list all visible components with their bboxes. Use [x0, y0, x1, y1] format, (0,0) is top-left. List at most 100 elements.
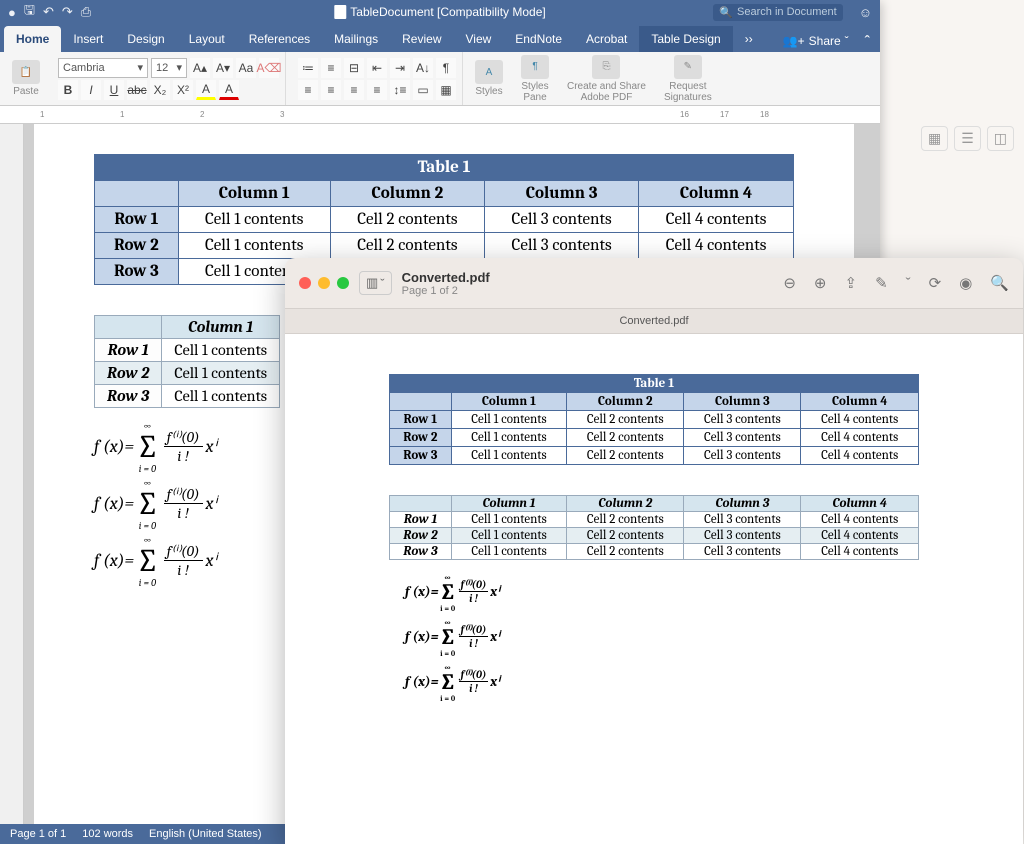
align-right-icon[interactable]: ≡	[344, 80, 364, 100]
strike-button[interactable]: abc	[127, 80, 147, 100]
chevron-down-icon[interactable]: ˇ	[906, 275, 911, 292]
markup-icon[interactable]: ✎	[875, 274, 888, 292]
table1-col1: Column 1	[178, 181, 330, 207]
sigma-icon: ∑∞i = 0	[136, 485, 159, 522]
indent-right-icon[interactable]: ⇥	[390, 58, 410, 78]
sort-icon[interactable]: A↓	[413, 58, 433, 78]
table-row: Row 1Cell 1 contents	[95, 339, 280, 362]
panel-view-icon[interactable]: ◫	[987, 126, 1014, 151]
tab-mailings[interactable]: Mailings	[322, 26, 390, 52]
line-spacing-icon[interactable]: ↕≡	[390, 80, 410, 100]
list-view-icon[interactable]: ☰	[954, 126, 981, 151]
pdf-table-2: Column 1 Column 2 Column 3 Column 4 Row …	[389, 495, 919, 560]
font-size-select[interactable]: 12▾	[151, 58, 187, 78]
highlight-icon[interactable]: ◉	[959, 274, 972, 292]
rotate-icon[interactable]: ⟳	[929, 274, 942, 292]
subscript-button[interactable]: X₂	[150, 80, 170, 100]
decrease-font-icon[interactable]: A▾	[213, 58, 233, 78]
preview-window: ▥ˇ Converted.pdf Page 1 of 2 ⊖ ⊕ ⇪ ✎ ˇ ⟳…	[285, 258, 1023, 844]
numbering-icon[interactable]: ≡	[321, 58, 341, 78]
tab-table-design[interactable]: Table Design	[639, 26, 732, 52]
status-page[interactable]: Page 1 of 1	[10, 828, 66, 840]
tab-review[interactable]: Review	[390, 26, 453, 52]
fullscreen-icon[interactable]	[337, 277, 349, 289]
minimize-icon[interactable]	[318, 277, 330, 289]
tab-references[interactable]: References	[237, 26, 322, 52]
italic-button[interactable]: I	[81, 80, 101, 100]
table-row: Row 3Cell 1 contents	[95, 385, 280, 408]
align-left-icon[interactable]: ≡	[298, 80, 318, 100]
underline-button[interactable]: U	[104, 80, 124, 100]
search-icon: 🔍	[719, 6, 733, 19]
tab-acrobat[interactable]: Acrobat	[574, 26, 639, 52]
table1-corner	[95, 181, 179, 207]
status-words[interactable]: 102 words	[82, 828, 133, 840]
highlight-button[interactable]: A	[196, 80, 216, 100]
vertical-ruler[interactable]	[0, 124, 24, 824]
tab-view[interactable]: View	[454, 26, 504, 52]
table-row: Row 2Cell 1 contentsCell 2 contentsCell …	[390, 429, 919, 447]
undo-icon[interactable]: ↶	[43, 4, 54, 20]
tab-home[interactable]: Home	[4, 26, 61, 52]
close-icon[interactable]	[299, 277, 311, 289]
table1-col4: Column 4	[639, 181, 794, 207]
pdf-page[interactable]: Table 1 Column 1 Column 2 Column 3 Colum…	[285, 334, 1023, 844]
indent-left-icon[interactable]: ⇤	[367, 58, 387, 78]
tab-design[interactable]: Design	[115, 26, 176, 52]
styles-pane-button[interactable]: ¶ Styles Pane	[515, 53, 555, 105]
table-2[interactable]: Column 1 Row 1Cell 1 contents Row 2Cell …	[94, 315, 280, 408]
paste-button[interactable]: 📋 Paste	[6, 58, 46, 99]
borders-icon[interactable]: ▦	[436, 80, 456, 100]
save-icon[interactable]: 🖫	[24, 1, 35, 23]
sigma-icon: ∑∞i = 0	[136, 428, 159, 465]
horizontal-ruler[interactable]: 1123161718	[0, 106, 880, 124]
account-icon[interactable]: ☺	[859, 5, 872, 20]
pilcrow-icon[interactable]: ¶	[436, 58, 456, 78]
tab-endnote[interactable]: EndNote	[503, 26, 574, 52]
share-icon[interactable]: ⇪	[844, 274, 857, 292]
justify-icon[interactable]: ≡	[367, 80, 387, 100]
pdf-icon: ⎘	[592, 55, 620, 79]
tab-overflow[interactable]: ››	[733, 26, 765, 52]
document-icon	[334, 5, 346, 19]
ribbon: 📋 Paste Cambria▾ 12▾ A▴ A▾ Aa A⌫ B I U a…	[0, 52, 880, 106]
font-color-button[interactable]: A	[219, 80, 239, 100]
zoom-in-icon[interactable]: ⊕	[814, 274, 827, 292]
autosave-icon[interactable]: ●	[8, 5, 16, 20]
search-placeholder: Search in Document	[737, 6, 837, 18]
search-icon[interactable]: 🔍	[990, 274, 1009, 292]
table1-title: Table 1	[95, 155, 794, 181]
change-case-icon[interactable]: Aa	[236, 58, 256, 78]
tab-layout[interactable]: Layout	[177, 26, 237, 52]
multilevel-icon[interactable]: ⊟	[344, 58, 364, 78]
sidebar-toggle[interactable]: ▥ˇ	[359, 271, 392, 295]
shading-icon[interactable]: ▭	[413, 80, 433, 100]
font-name-select[interactable]: Cambria▾	[58, 58, 148, 78]
print-icon[interactable]: ⎙	[81, 4, 91, 20]
request-sign-button[interactable]: ✎ Request Signatures	[658, 53, 718, 105]
adobe-pdf-button[interactable]: ⎘ Create and Share Adobe PDF	[561, 53, 652, 105]
redo-icon[interactable]: ↷	[62, 4, 73, 20]
zoom-out-icon[interactable]: ⊖	[783, 274, 796, 292]
ribbon-collapse-icon[interactable]: ˆ	[859, 34, 876, 52]
share-icon: 👥+	[783, 34, 805, 48]
table-row: Row 2Cell 1 contents	[95, 362, 280, 385]
superscript-button[interactable]: X²	[173, 80, 193, 100]
signature-icon: ✎	[674, 55, 702, 79]
bold-button[interactable]: B	[58, 80, 78, 100]
clear-format-icon[interactable]: A⌫	[259, 58, 279, 78]
preview-tab[interactable]: Converted.pdf	[619, 315, 688, 327]
table-row: Row 1Cell 1 contentsCell 2 contentsCell …	[390, 411, 919, 429]
status-language[interactable]: English (United States)	[149, 828, 262, 840]
grid-view-icon[interactable]: ▦	[921, 126, 948, 151]
preview-tabbar[interactable]: Converted.pdf	[285, 308, 1023, 334]
bullets-icon[interactable]: ≔	[298, 58, 318, 78]
increase-font-icon[interactable]: A▴	[190, 58, 210, 78]
align-center-icon[interactable]: ≡	[321, 80, 341, 100]
traffic-lights	[299, 277, 349, 289]
styles-button[interactable]: A Styles	[469, 58, 509, 99]
preview-toolbar: ⊖ ⊕ ⇪ ✎ ˇ ⟳ ◉ 🔍	[783, 274, 1009, 292]
share-button[interactable]: 👥+ Share ˇ	[773, 30, 859, 52]
tab-insert[interactable]: Insert	[61, 26, 115, 52]
search-field[interactable]: 🔍 Search in Document	[713, 4, 842, 21]
